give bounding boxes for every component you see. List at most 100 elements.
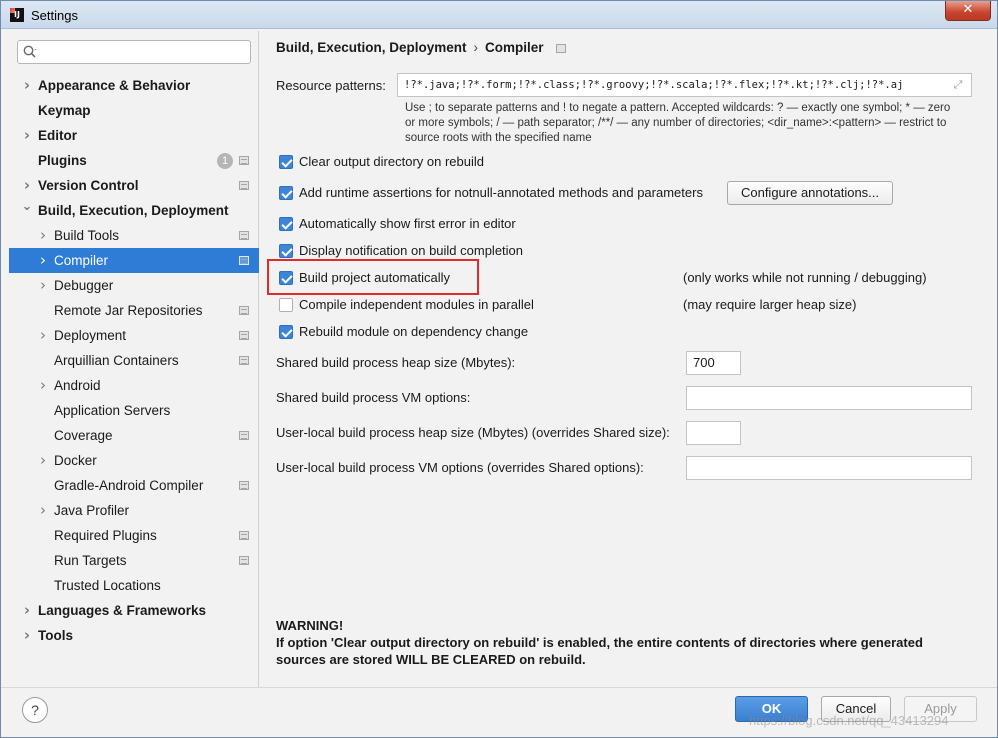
chevron-down-icon[interactable]: ⌄: [21, 198, 33, 223]
sidebar-item-label: Editor: [38, 128, 77, 143]
sidebar-item-version-control[interactable]: › Version Control: [9, 173, 259, 198]
sidebar-item-build-tools[interactable]: › Build Tools: [9, 223, 259, 248]
sidebar-item-appearance-behavior[interactable]: › Appearance & Behavior: [9, 73, 259, 98]
chevron-right-icon[interactable]: ›: [21, 173, 33, 198]
resource-patterns-hint: Use ; to separate patterns and ! to nega…: [405, 101, 975, 146]
search-input[interactable]: [42, 43, 247, 61]
project-settings-icon: [239, 306, 249, 315]
breadcrumb-separator: ›: [473, 40, 479, 55]
build-notification-checkbox[interactable]: [279, 244, 293, 258]
sidebar-item-tools[interactable]: › Tools: [9, 623, 259, 648]
help-button[interactable]: ?: [22, 697, 48, 723]
sidebar-item-label: Required Plugins: [54, 528, 157, 543]
warning-text: If option 'Clear output directory on reb…: [276, 635, 923, 667]
configure-annotations-button[interactable]: Configure annotations...: [727, 181, 893, 205]
sidebar-item-label: Build, Execution, Deployment: [38, 203, 229, 218]
sidebar-item-label: Java Profiler: [54, 503, 130, 518]
runtime-assertions-checkbox[interactable]: [279, 186, 293, 200]
project-settings-icon: [555, 43, 566, 53]
breadcrumb: Build, Execution, Deployment › Compiler: [276, 40, 566, 55]
sidebar-item-label: Deployment: [54, 328, 127, 343]
project-settings-icon: [239, 481, 249, 490]
show-first-error-checkbox[interactable]: [279, 217, 293, 231]
project-settings-icon: [239, 181, 249, 190]
sidebar-item-label: Languages & Frameworks: [38, 603, 207, 618]
project-settings-icon: [239, 556, 249, 565]
sidebar-item-required-plugins[interactable]: Required Plugins: [9, 523, 259, 548]
sidebar-item-trusted-locations[interactable]: Trusted Locations: [9, 573, 259, 598]
checkbox-label: Rebuild module on dependency change: [299, 324, 529, 339]
chevron-right-icon[interactable]: ›: [37, 248, 49, 273]
update-count-badge: 1: [217, 153, 233, 169]
clear-output-checkbox[interactable]: [279, 155, 293, 169]
chevron-right-icon[interactable]: ›: [37, 323, 49, 348]
sidebar-item-plugins[interactable]: Plugins 1: [9, 148, 259, 173]
sidebar-item-debugger[interactable]: › Debugger: [9, 273, 259, 298]
sidebar-item-coverage[interactable]: Coverage: [9, 423, 259, 448]
local-vm-options-label: User-local build process VM options (ove…: [276, 460, 644, 475]
heap-size-label: Shared build process heap size (Mbytes):: [276, 355, 516, 370]
chevron-right-icon[interactable]: ›: [37, 498, 49, 523]
sidebar-item-build-execution-deployment[interactable]: ⌄ Build, Execution, Deployment: [9, 198, 259, 223]
sidebar-item-android[interactable]: › Android: [9, 373, 259, 398]
sidebar-item-languages-frameworks[interactable]: › Languages & Frameworks: [9, 598, 259, 623]
chevron-right-icon[interactable]: ›: [21, 623, 33, 648]
window-title: Settings: [31, 8, 78, 23]
chevron-right-icon[interactable]: ›: [37, 273, 49, 298]
sidebar-item-run-targets[interactable]: Run Targets: [9, 548, 259, 573]
sidebar-item-gradle-android-compiler[interactable]: Gradle-Android Compiler: [9, 473, 259, 498]
sidebar-item-remote-jar-repositories[interactable]: Remote Jar Repositories: [9, 298, 259, 323]
chevron-right-icon[interactable]: ›: [21, 73, 33, 98]
warning-title: WARNING!: [276, 618, 344, 633]
project-settings-icon: [239, 256, 249, 265]
chevron-right-icon[interactable]: ›: [21, 123, 33, 148]
sidebar-item-java-profiler[interactable]: › Java Profiler: [9, 498, 259, 523]
project-settings-icon: [239, 156, 249, 165]
sidebar-item-label: Remote Jar Repositories: [54, 303, 203, 318]
sidebar-item-label: Arquillian Containers: [54, 353, 179, 368]
sidebar-item-label: Coverage: [54, 428, 113, 443]
sidebar-item-label: Tools: [38, 628, 73, 643]
sidebar-item-editor[interactable]: › Editor: [9, 123, 259, 148]
search-icon: [23, 45, 37, 58]
chevron-right-icon[interactable]: ›: [37, 223, 49, 248]
project-settings-icon: [239, 431, 249, 440]
search-box[interactable]: [17, 40, 251, 64]
sidebar-item-label: Build Tools: [54, 228, 120, 243]
chevron-right-icon[interactable]: ›: [37, 448, 49, 473]
local-heap-size-input[interactable]: [686, 421, 741, 445]
close-button[interactable]: ✕: [945, 1, 991, 21]
sidebar-item-label: Plugins: [38, 153, 87, 168]
build-automatically-note: (only works while not running / debuggin…: [683, 270, 927, 285]
sidebar-item-label: Compiler: [54, 253, 109, 268]
local-heap-size-label: User-local build process heap size (Mbyt…: [276, 425, 670, 440]
expand-field-icon[interactable]: ⤢: [951, 78, 965, 92]
dialog-footer: ? OK Cancel Apply: [1, 687, 997, 737]
rebuild-on-dependency-checkbox[interactable]: [279, 325, 293, 339]
settings-sidebar: › Appearance & Behavior Keymap › Editor Plugi…: [9, 31, 259, 687]
sidebar-item-label: Application Servers: [54, 403, 171, 418]
sidebar-item-compiler[interactable]: › Compiler: [9, 248, 259, 273]
sidebar-item-arquillian-containers[interactable]: Arquillian Containers: [9, 348, 259, 373]
settings-window: IJ Settings ✕ › Appearance & Behavior Keym…: [0, 0, 998, 738]
checkbox-label: Add runtime assertions for notnull-annot…: [299, 185, 703, 200]
title-bar: IJ Settings ✕: [1, 1, 997, 29]
warning-message: WARNING! If option 'Clear output directo…: [276, 617, 976, 668]
sidebar-item-application-servers[interactable]: Application Servers: [9, 398, 259, 423]
sidebar-item-docker[interactable]: › Docker: [9, 448, 259, 473]
vm-options-label: Shared build process VM options:: [276, 390, 471, 405]
sidebar-item-deployment[interactable]: › Deployment: [9, 323, 259, 348]
resource-patterns-label: Resource patterns:: [276, 78, 386, 93]
hint-line: or more symbols; / — path separator; /**…: [405, 117, 947, 129]
vm-options-input[interactable]: [686, 386, 972, 410]
heap-size-input[interactable]: 700: [686, 351, 741, 375]
breadcrumb-parent[interactable]: Build, Execution, Deployment: [276, 40, 467, 55]
chevron-right-icon[interactable]: ›: [37, 373, 49, 398]
resource-patterns-input[interactable]: !?*.java;!?*.form;!?*.class;!?*.groovy;!…: [397, 73, 972, 97]
parallel-modules-checkbox[interactable]: [279, 298, 293, 312]
project-settings-icon: [239, 356, 249, 365]
checkbox-label: Automatically show first error in editor: [299, 216, 516, 231]
local-vm-options-input[interactable]: [686, 456, 972, 480]
chevron-right-icon[interactable]: ›: [21, 598, 33, 623]
sidebar-item-keymap[interactable]: Keymap: [9, 98, 259, 123]
